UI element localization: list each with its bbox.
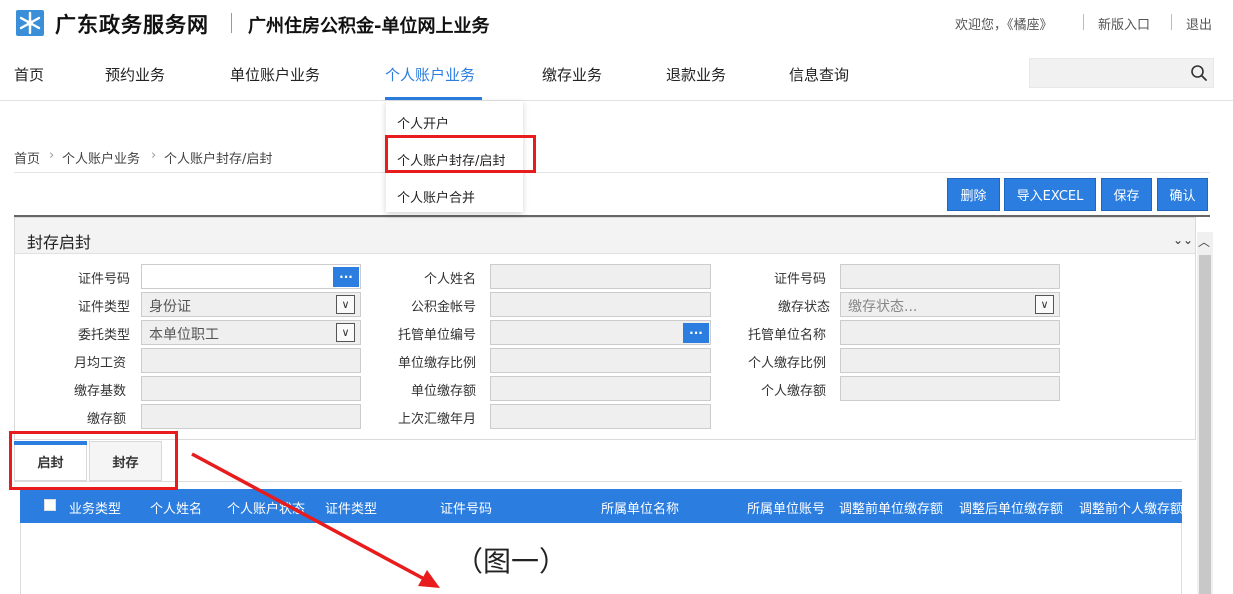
monthly-wage-field[interactable] [141, 348, 361, 373]
welcome-text: 欢迎您，《橘座》 [955, 18, 1053, 33]
column-header[interactable]: 证件类型 [325, 498, 377, 517]
chevron-down-icon[interactable]: ∨ [336, 295, 355, 314]
name-label: 个人姓名 [423, 272, 476, 287]
nav-item-refund[interactable]: 退款业务 [666, 64, 726, 85]
last-month-field[interactable] [490, 404, 711, 429]
base-label: 缴存基数 [73, 384, 126, 399]
table-body [20, 523, 1182, 594]
unit-ratio-field[interactable] [490, 348, 711, 373]
fund-account-field[interactable] [490, 292, 711, 317]
nav-item-personal-account[interactable]: 个人账户业务 [385, 64, 475, 85]
new-version-link[interactable]: 新版入口 [1098, 14, 1150, 33]
nav-item-info-query[interactable]: 信息查询 [789, 64, 849, 85]
panel-header [15, 218, 1195, 254]
highlight-box [9, 431, 178, 490]
nav-divider [0, 100, 1233, 101]
delete-button[interactable]: 删除 [947, 178, 1000, 211]
figure-caption: （图一） [455, 545, 568, 578]
trustee-name-field[interactable] [840, 320, 1060, 345]
personal-amount-label: 个人缴存额 [760, 384, 826, 399]
system-title: 广州住房公积金-单位网上业务 [248, 16, 490, 37]
column-header[interactable]: 个人姓名 [150, 498, 202, 517]
trustee-no-field[interactable] [490, 320, 711, 345]
column-header[interactable]: 所属单位账号 [747, 498, 825, 517]
trustee-lookup-button[interactable]: ··· [683, 323, 709, 343]
unit-ratio-label: 单位缴存比例 [397, 356, 476, 371]
tab-divider [14, 481, 1182, 482]
breadcrumb-current: 个人账户封存/启封 [164, 152, 273, 167]
column-header[interactable]: 个人账户状态 [227, 498, 305, 517]
monthly-wage-label: 月均工资 [73, 356, 126, 371]
breadcrumb-home[interactable]: 首页 [14, 148, 40, 167]
save-button[interactable]: 保存 [1101, 178, 1152, 211]
nav-item-appointment[interactable]: 预约业务 [105, 64, 165, 85]
cert-no-label: 证件号码 [77, 272, 130, 287]
search-input[interactable] [1029, 58, 1214, 88]
amount-label: 缴存额 [86, 412, 126, 427]
panel-title: 封存启封 [27, 233, 92, 252]
confirm-button[interactable]: 确认 [1157, 178, 1208, 211]
breadcrumb-separator: › [151, 148, 157, 163]
column-header[interactable]: 证件号码 [440, 498, 492, 517]
menu-item-merge-account[interactable]: 个人账户合并 [397, 187, 475, 206]
cert-type-label: 证件类型 [77, 300, 130, 315]
cert-no2-label: 证件号码 [773, 272, 826, 287]
column-header[interactable]: 调整前单位缴存额 [839, 498, 943, 517]
base-field[interactable] [141, 376, 361, 401]
breadcrumb-personal-account[interactable]: 个人账户业务 [62, 148, 140, 167]
cert-no-input[interactable] [141, 264, 361, 289]
unit-amount-field[interactable] [490, 376, 711, 401]
chevron-down-icon[interactable]: ∨ [336, 323, 355, 342]
name-field[interactable] [490, 264, 711, 289]
last-month-label: 上次汇缴年月 [397, 412, 476, 427]
column-header[interactable]: 调整后单位缴存额 [959, 498, 1063, 517]
column-header[interactable]: 调整前个人缴存额 [1079, 498, 1182, 517]
unit-amount-label: 单位缴存额 [410, 384, 476, 399]
cert-no-lookup-button[interactable]: ··· [333, 267, 359, 287]
divider [1083, 14, 1084, 30]
personal-ratio-label: 个人缴存比例 [747, 356, 826, 371]
personal-amount-field[interactable] [840, 376, 1060, 401]
trustee-name-label: 托管单位名称 [747, 328, 826, 343]
nav-item-home[interactable]: 首页 [14, 64, 44, 85]
cert-no2-field[interactable] [840, 264, 1060, 289]
deposit-status-select[interactable]: 缴存状态... [840, 292, 1060, 317]
breadcrumb-separator: › [49, 148, 55, 163]
highlight-box [385, 135, 536, 173]
scrollbar-thumb[interactable] [1199, 255, 1211, 594]
title-divider [231, 13, 232, 33]
personal-ratio-field[interactable] [840, 348, 1060, 373]
breadcrumb-divider [14, 172, 1210, 173]
portal-title: 广东政务服务网 [55, 13, 209, 37]
trustee-no-label: 托管单位编号 [397, 328, 476, 343]
collapse-icon[interactable]: ⌄⌄ [1173, 233, 1193, 247]
column-header[interactable]: 业务类型 [69, 498, 121, 517]
nav-item-deposit[interactable]: 缴存业务 [542, 64, 602, 85]
portal-logo-icon [16, 10, 44, 36]
logout-link[interactable]: 退出 [1186, 14, 1212, 33]
scroll-up-icon[interactable]: ︿ [1198, 233, 1210, 250]
fund-account-label: 公积金帐号 [410, 300, 476, 315]
menu-item-open-account[interactable]: 个人开户 [397, 113, 449, 132]
entrust-type-label: 委托类型 [77, 328, 130, 343]
divider [1171, 14, 1172, 30]
entrust-type-select[interactable]: 本单位职工 [141, 320, 361, 345]
column-header[interactable]: 所属单位名称 [601, 498, 679, 517]
cert-type-select[interactable]: 身份证 [141, 292, 361, 317]
nav-item-unit-account[interactable]: 单位账户业务 [230, 64, 320, 85]
deposit-status-label: 缴存状态 [777, 300, 830, 315]
select-all-checkbox[interactable] [44, 499, 56, 511]
chevron-down-icon[interactable]: ∨ [1035, 295, 1054, 314]
amount-field[interactable] [141, 404, 361, 429]
import-excel-button[interactable]: 导入EXCEL [1004, 178, 1096, 211]
search-icon[interactable] [1190, 64, 1208, 82]
